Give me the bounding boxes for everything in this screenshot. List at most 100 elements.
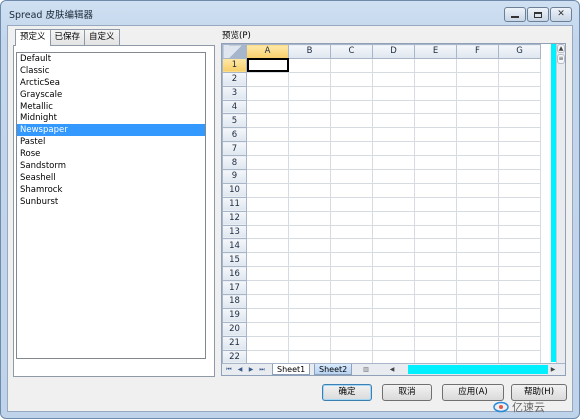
grid-cell[interactable] <box>498 349 541 365</box>
grid-cell[interactable] <box>372 321 415 337</box>
grid-cell[interactable] <box>498 169 541 184</box>
grid-cell[interactable] <box>414 280 457 296</box>
grid-cell[interactable] <box>372 210 415 226</box>
grid-cell[interactable] <box>288 155 331 171</box>
row-header[interactable]: 16 <box>222 266 247 282</box>
grid-cell[interactable] <box>288 349 331 365</box>
grid-cell[interactable] <box>330 71 373 87</box>
grid-cell[interactable] <box>372 182 415 198</box>
grid-cell[interactable] <box>330 280 373 296</box>
grid-cell[interactable] <box>498 335 541 351</box>
grid-cell[interactable] <box>330 210 373 226</box>
row-header[interactable]: 17 <box>222 280 247 296</box>
scroll-thumb[interactable]: ≡ <box>557 54 565 64</box>
grid-cell[interactable] <box>288 182 331 198</box>
grid-cell[interactable] <box>414 349 457 365</box>
grid-cell[interactable] <box>456 169 499 184</box>
list-item[interactable]: Classic <box>17 65 205 77</box>
list-item[interactable]: Shamrock <box>17 184 205 196</box>
grid-cell[interactable] <box>246 127 289 143</box>
grid-cell[interactable] <box>372 266 415 282</box>
grid-cell[interactable] <box>372 307 415 323</box>
vertical-scrollbar[interactable]: ▲ ≡ ▼ <box>556 44 565 364</box>
grid-cell[interactable] <box>372 280 415 296</box>
scroll-up-icon[interactable]: ▲ <box>557 44 565 53</box>
grid-cell[interactable] <box>372 99 415 115</box>
grid-cell[interactable] <box>246 294 289 309</box>
grid-cell[interactable] <box>372 238 415 254</box>
grid-cell[interactable] <box>246 196 289 212</box>
grid-cell[interactable] <box>456 252 499 268</box>
grid-cell[interactable] <box>246 252 289 268</box>
grid-cell[interactable] <box>456 57 499 73</box>
cancel-button[interactable]: 取消 <box>382 384 432 401</box>
grid-cell[interactable] <box>330 321 373 337</box>
grid-cell[interactable] <box>414 321 457 337</box>
ok-button[interactable]: 确定 <box>322 384 372 401</box>
grid-cell[interactable] <box>330 238 373 254</box>
grid-cell[interactable] <box>414 127 457 143</box>
grid-cell[interactable] <box>498 238 541 254</box>
grid-cell[interactable] <box>330 57 373 73</box>
grid-cell[interactable] <box>288 238 331 254</box>
last-sheet-icon[interactable]: ⏭ <box>257 365 267 374</box>
grid-cell[interactable] <box>414 224 457 240</box>
grid-cell[interactable] <box>456 210 499 226</box>
grid-cell[interactable] <box>414 169 457 184</box>
grid-cell[interactable] <box>498 280 541 296</box>
grid-cell[interactable] <box>288 57 331 73</box>
grid-cell[interactable] <box>288 307 331 323</box>
grid-cell[interactable] <box>414 266 457 282</box>
grid-cell[interactable] <box>246 155 289 171</box>
grid-cell[interactable] <box>498 127 541 143</box>
grid-cell[interactable] <box>456 182 499 198</box>
column-header[interactable]: E <box>414 44 457 59</box>
grid-cell[interactable] <box>330 169 373 184</box>
list-item[interactable]: Sandstorm <box>17 160 205 172</box>
grid-cell[interactable] <box>414 57 457 73</box>
row-header[interactable]: 22 <box>222 349 247 365</box>
grid-cell[interactable] <box>246 71 289 87</box>
row-header[interactable]: 11 <box>222 196 247 212</box>
column-header[interactable]: B <box>288 44 331 59</box>
grid-cell[interactable] <box>372 224 415 240</box>
grid-cell[interactable] <box>372 113 415 129</box>
grid-cell[interactable] <box>330 127 373 143</box>
grid-cell[interactable] <box>330 266 373 282</box>
grid-cell[interactable] <box>330 85 373 101</box>
grid-cell[interactable] <box>288 280 331 296</box>
spreadsheet-grid[interactable]: A B C D E F G 1 2 3 4 5 6 7 8 9 10 11 12 13 14 15 16 17 1… <box>222 44 541 365</box>
grid-cell[interactable] <box>330 141 373 157</box>
grid-cell[interactable] <box>456 71 499 87</box>
grid-cell[interactable] <box>246 266 289 282</box>
grid-cell[interactable] <box>288 85 331 101</box>
grid-cell[interactable] <box>456 321 499 337</box>
grid-cell[interactable] <box>498 155 541 171</box>
grid-cell[interactable] <box>414 99 457 115</box>
list-item[interactable]: Grayscale <box>17 89 205 101</box>
grid-cell[interactable] <box>498 294 541 309</box>
grid-cell[interactable] <box>456 266 499 282</box>
grid-cell[interactable] <box>372 155 415 171</box>
grid-cell[interactable] <box>330 196 373 212</box>
grid-cell[interactable] <box>372 169 415 184</box>
grid-cell[interactable] <box>414 196 457 212</box>
grid-cell[interactable] <box>372 141 415 157</box>
row-header[interactable]: 13 <box>222 224 247 240</box>
grid-cell[interactable] <box>414 294 457 309</box>
grid-cell[interactable] <box>330 155 373 171</box>
grid-cell[interactable] <box>330 182 373 198</box>
list-item-selected[interactable]: Newspaper <box>17 124 205 137</box>
list-item[interactable]: Metallic <box>17 101 205 113</box>
grid-cell[interactable] <box>330 307 373 323</box>
tab-custom[interactable]: 自定义 <box>84 29 120 45</box>
grid-cell[interactable] <box>456 349 499 365</box>
grid-cell[interactable] <box>246 141 289 157</box>
grid-cell[interactable] <box>288 266 331 282</box>
grid-cell[interactable] <box>456 307 499 323</box>
grid-cell[interactable] <box>246 349 289 365</box>
select-all-corner[interactable] <box>222 44 247 59</box>
row-header[interactable]: 14 <box>222 238 247 254</box>
grid-cell[interactable] <box>414 155 457 171</box>
grid-cell[interactable] <box>414 182 457 198</box>
